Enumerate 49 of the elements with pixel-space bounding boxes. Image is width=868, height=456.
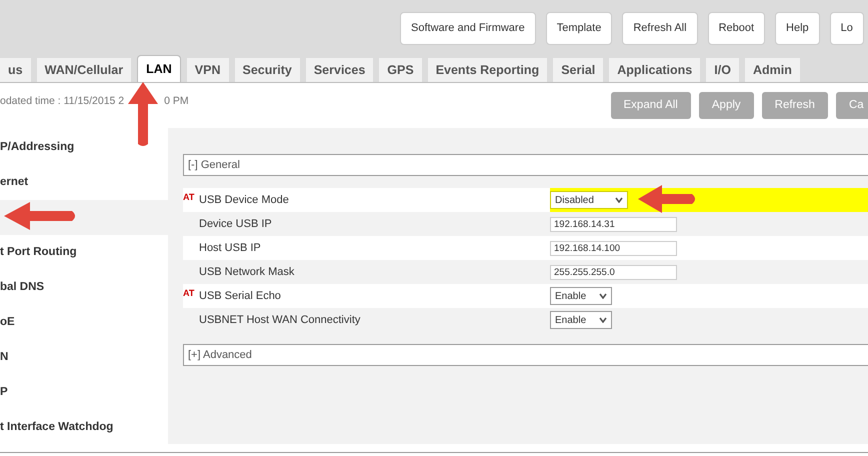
nav-tab[interactable]: GPS [379, 58, 422, 82]
annotation-arrow [636, 183, 698, 215]
sidebar-item[interactable]: bal DNS [0, 270, 168, 305]
caret-icon [615, 197, 623, 203]
nav-tab[interactable]: Admin [744, 58, 800, 82]
text-field[interactable]: 192.168.14.31 [550, 216, 677, 232]
nav-tab[interactable]: WAN/Cellular [36, 58, 132, 82]
field-label: USB Device Mode [199, 193, 290, 208]
nav-tab[interactable]: Events Reporting [428, 58, 548, 82]
text-field[interactable]: 255.255.255.0 [550, 264, 677, 280]
annotation-arrow [126, 80, 160, 148]
dropdown[interactable]: Disabled [550, 191, 628, 209]
at-label: AT [183, 192, 194, 202]
sidebar-item[interactable]: P/Addressing [0, 130, 168, 165]
sidebar-item[interactable]: oE [0, 305, 168, 340]
sidebar-item[interactable]: P [0, 375, 168, 410]
nav-tab[interactable]: Applications [609, 58, 700, 82]
header-button[interactable]: Lo [830, 12, 864, 45]
caret-icon [599, 293, 607, 299]
nav-tab[interactable]: Services [306, 58, 374, 82]
sidebar-item[interactable]: t Interface Watchdog [0, 410, 168, 445]
dropdown[interactable]: Enable [550, 311, 612, 329]
field-label: Host USB IP [199, 241, 262, 256]
nav-tab[interactable]: VPN [186, 58, 228, 82]
section-header[interactable]: [-] General [183, 154, 868, 176]
dropdown[interactable]: Enable [550, 287, 612, 305]
header-button[interactable]: Software and Firmware [400, 12, 536, 45]
sidebar-item[interactable]: t Port Routing [0, 235, 168, 270]
sidebar-item[interactable]: N [0, 340, 168, 375]
field-label: USB Network Mask [199, 265, 296, 280]
field-label: USBNET Host WAN Connectivity [199, 313, 362, 328]
header-button[interactable]: Template [546, 12, 612, 45]
updated-time-text: 0 PM [164, 94, 189, 109]
nav-tab[interactable]: us [0, 58, 31, 82]
header-button[interactable]: Reboot [708, 12, 766, 45]
section-header[interactable]: [+] Advanced [183, 344, 868, 366]
nav-tab[interactable]: LAN [137, 55, 181, 82]
field-label: USB Serial Echo [199, 289, 282, 304]
text-field[interactable]: 192.168.14.100 [550, 240, 677, 256]
field-label: Device USB IP [199, 217, 273, 232]
nav-tab[interactable]: Serial [553, 58, 604, 82]
header-button[interactable]: Refresh All [622, 12, 698, 45]
updated-time-text: odated time : 11/15/2015 2 [0, 94, 124, 109]
at-label: AT [183, 288, 194, 298]
sidebar-item[interactable]: ernet [0, 165, 168, 200]
nav-tab[interactable]: I/O [706, 58, 739, 82]
header-button[interactable]: Help [775, 12, 820, 45]
caret-icon [599, 317, 607, 323]
nav-tab[interactable]: Security [234, 58, 300, 82]
